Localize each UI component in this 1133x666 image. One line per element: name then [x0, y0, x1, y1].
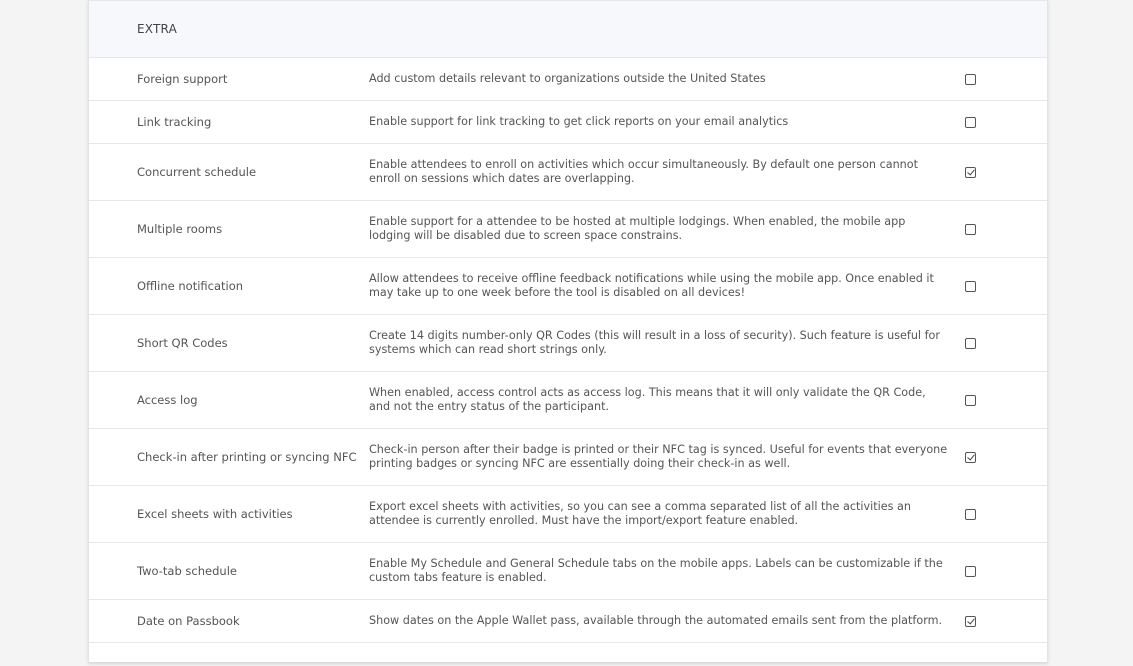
feature-checkbox[interactable]	[965, 166, 976, 178]
feature-name: Date on Passbook	[137, 614, 240, 628]
feature-checkbox[interactable]	[965, 280, 976, 292]
feature-row-offline-notification: Offline notification Allow attendees to …	[89, 258, 1047, 315]
feature-row-two-tab-schedule: Two-tab schedule Enable My Schedule and …	[89, 543, 1047, 600]
feature-description: Enable attendees to enroll on activities…	[369, 158, 918, 185]
feature-checkbox[interactable]	[965, 615, 976, 627]
feature-description: Allow attendees to receive offline feedb…	[369, 272, 934, 299]
feature-description: Add custom details relevant to organizat…	[369, 72, 766, 85]
feature-name: Offline notification	[137, 279, 244, 293]
feature-row-access-log: Access log When enabled, access control …	[89, 372, 1047, 429]
feature-checkbox[interactable]	[965, 337, 976, 349]
feature-row-multiple-rooms: Multiple rooms Enable support for a atte…	[89, 201, 1047, 258]
feature-description: Enable support for a attendee to be host…	[369, 215, 906, 242]
feature-row-check-in-after-printing: Check-in after printing or syncing NFC C…	[89, 429, 1047, 486]
settings-panel: EXTRA Foreign support Add custom details…	[88, 0, 1048, 663]
feature-row-concurrent-schedule: Concurrent schedule Enable attendees to …	[89, 144, 1047, 201]
feature-name: Foreign support	[137, 72, 228, 86]
feature-name: Check-in after printing or syncing NFC	[137, 450, 357, 464]
feature-row-link-tracking: Link tracking Enable support for link tr…	[89, 101, 1047, 144]
feature-name: Multiple rooms	[137, 222, 223, 236]
feature-checkbox[interactable]	[965, 223, 976, 235]
feature-checkbox[interactable]	[965, 508, 976, 520]
feature-name: Concurrent schedule	[137, 165, 257, 179]
feature-description: Show dates on the Apple Wallet pass, ava…	[369, 614, 943, 627]
feature-row-short-qr-codes: Short QR Codes Create 14 digits number-o…	[89, 315, 1047, 372]
feature-checkbox[interactable]	[965, 565, 976, 577]
feature-description: Export excel sheets with activities, so …	[369, 500, 911, 527]
feature-description: Check-in person after their badge is pri…	[369, 443, 948, 470]
feature-row-excel-sheets: Excel sheets with activities Export exce…	[89, 486, 1047, 543]
feature-checkbox[interactable]	[965, 394, 976, 406]
feature-row-foreign-support: Foreign support Add custom details relev…	[89, 58, 1047, 101]
feature-name: Link tracking	[137, 115, 212, 129]
feature-checkbox[interactable]	[965, 451, 976, 463]
feature-checkbox[interactable]	[965, 73, 976, 85]
feature-description: Enable My Schedule and General Schedule …	[369, 557, 943, 584]
feature-name: Two-tab schedule	[137, 564, 237, 578]
section-header: EXTRA	[89, 0, 1047, 58]
feature-checkbox[interactable]	[965, 116, 976, 128]
feature-name: Short QR Codes	[137, 336, 228, 350]
feature-name: Excel sheets with activities	[137, 507, 293, 521]
feature-name: Access log	[137, 393, 198, 407]
feature-description: Enable support for link tracking to get …	[369, 115, 789, 128]
feature-description: Create 14 digits number-only QR Codes (t…	[369, 329, 940, 356]
feature-description: When enabled, access control acts as acc…	[369, 386, 926, 413]
section-title: EXTRA	[137, 22, 177, 36]
feature-row-date-on-passbook: Date on Passbook Show dates on the Apple…	[89, 600, 1047, 643]
